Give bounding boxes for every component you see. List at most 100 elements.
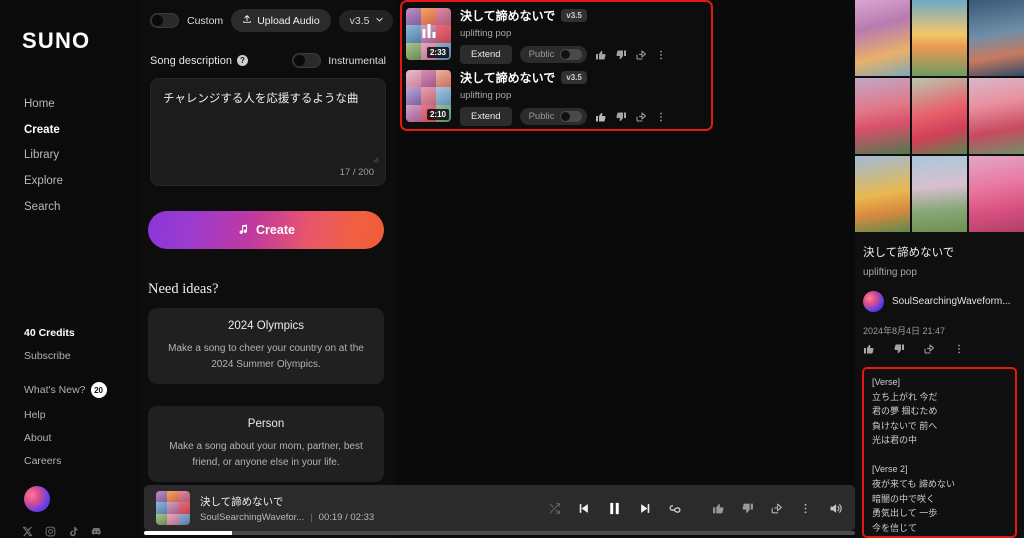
player-progress-bar[interactable] (144, 531, 855, 535)
share-icon[interactable] (770, 502, 783, 515)
song-style: uplifting pop (460, 28, 512, 39)
instrumental-toggle[interactable] (292, 53, 322, 68)
author-avatar (863, 291, 884, 312)
song-version-badge: v3.5 (561, 71, 587, 84)
thumbs-up-icon[interactable] (863, 343, 875, 355)
thumbs-down-icon[interactable] (893, 343, 905, 355)
secondary-nav: 40 Credits Subscribe What's New? 20 Help … (24, 322, 139, 473)
thumbs-up-icon[interactable] (595, 49, 607, 61)
song-thumbnail[interactable]: 2:10 (406, 70, 451, 122)
public-toggle[interactable]: Public (519, 108, 588, 125)
idea-card-person[interactable]: Person Make a song about your mom, partn… (148, 406, 384, 482)
detail-song-style: uplifting pop (863, 267, 917, 278)
thumbs-up-icon[interactable] (595, 111, 607, 123)
more-options-icon[interactable] (655, 111, 667, 123)
instrumental-toggle-knob (294, 55, 306, 66)
public-toggle-switch (560, 49, 583, 60)
shuffle-icon[interactable] (548, 502, 561, 515)
share-icon[interactable] (635, 111, 647, 123)
instrumental-group: Instrumental (292, 53, 386, 68)
song-title-row: 決して諦めないで v3.5 (460, 7, 708, 24)
song-description-input[interactable]: チャレンジする人を応援するような曲 17 / 200 (150, 78, 386, 186)
idea-card-title: Person (247, 418, 285, 430)
sidebar-item-library[interactable]: Library (24, 143, 134, 169)
more-options-icon[interactable] (799, 502, 812, 515)
idea-card-olympics[interactable]: 2024 Olympics Make a song to cheer your … (148, 308, 384, 384)
player-track-sub: SoulSearchingWavefor... | 00:19 / 02:33 (200, 512, 374, 523)
social-links (22, 524, 102, 538)
sidebar-item-search[interactable]: Search (24, 195, 134, 221)
author-username: SoulSearchingWaveform... (892, 296, 1011, 307)
song-artwork-grid[interactable] (855, 0, 1024, 232)
song-description-header: Song description ? Instrumental (150, 53, 386, 68)
public-label: Public (528, 49, 555, 60)
instagram-icon[interactable] (45, 524, 56, 538)
music-note-icon (237, 223, 249, 238)
whats-new-label: What's New? (24, 383, 86, 396)
song-style: uplifting pop (460, 90, 512, 101)
player-progress-fill (144, 531, 233, 535)
extend-button[interactable]: Extend (460, 45, 512, 64)
about-link[interactable]: About (24, 427, 139, 450)
custom-toggle[interactable] (150, 13, 179, 28)
lyrics-highlight-box[interactable]: [Verse] 立ち上がれ 今だ 君の夢 掴むため 負けないで 前へ 光は君の中… (862, 367, 1017, 538)
thumbs-down-icon[interactable] (741, 502, 754, 515)
discord-icon[interactable] (91, 524, 102, 538)
user-avatar[interactable] (24, 486, 50, 512)
subscribe-link[interactable]: Subscribe (24, 345, 139, 368)
help-link[interactable]: Help (24, 404, 139, 427)
player-track-info: 決して諦めないで SoulSearchingWavefor... | 00:19… (200, 494, 374, 523)
tiktok-icon[interactable] (68, 524, 79, 538)
more-options-icon[interactable] (655, 49, 667, 61)
sidebar-item-explore[interactable]: Explore (24, 169, 134, 195)
detail-author[interactable]: SoulSearchingWaveform... (863, 291, 1011, 312)
player-thumbnail[interactable] (156, 491, 190, 525)
idea-card-desc: Make a song about your mom, partner, bes… (169, 441, 363, 468)
suno-app: SUNO Home Create Library Explore Search … (0, 0, 1024, 538)
player-right-actions (712, 501, 843, 516)
player-separator: | (310, 511, 313, 523)
sidebar-item-home[interactable]: Home (24, 92, 134, 118)
careers-link[interactable]: Careers (24, 450, 139, 473)
model-version-select[interactable]: v3.5 (338, 9, 393, 32)
help-icon[interactable]: ? (236, 55, 248, 66)
song-title[interactable]: 決して諦めないで (460, 7, 555, 24)
song-actions: Extend Public (460, 107, 708, 126)
workspace: 2:33 決して諦めないで v3.5 uplifting pop Extend … (396, 0, 855, 538)
resize-handle-icon[interactable] (371, 150, 379, 163)
player-track-title: 決して諦めないで (200, 495, 284, 508)
suno-logo[interactable]: SUNO (22, 28, 90, 54)
volume-icon[interactable] (828, 501, 843, 516)
song-title[interactable]: 決して諦めないで (460, 69, 555, 86)
create-toolbar: Custom Upload Audio v3.5 (150, 9, 393, 32)
public-label: Public (528, 111, 555, 122)
song-row[interactable]: 2:33 決して諦めないで v3.5 uplifting pop Extend … (406, 6, 708, 64)
create-button[interactable]: Create (148, 211, 384, 249)
public-toggle[interactable]: Public (519, 46, 588, 63)
more-options-icon[interactable] (953, 343, 965, 355)
instrumental-label: Instrumental (328, 54, 386, 67)
whats-new-badge: 20 (90, 382, 107, 398)
song-version-badge: v3.5 (561, 9, 587, 22)
song-thumbnail[interactable]: 2:33 (406, 8, 451, 60)
previous-track-icon[interactable] (576, 501, 591, 516)
thumbs-down-icon[interactable] (615, 49, 627, 61)
char-counter: 17 / 200 (339, 167, 374, 178)
custom-toggle-knob (152, 15, 163, 26)
song-row[interactable]: 2:10 決して諦めないで v3.5 uplifting pop Extend … (406, 68, 708, 126)
thumbs-down-icon[interactable] (615, 111, 627, 123)
model-version-value: v3.5 (349, 14, 370, 27)
pause-icon[interactable] (606, 500, 623, 517)
share-icon[interactable] (635, 49, 647, 61)
lyrics-text: [Verse] 立ち上がれ 今だ 君の夢 掴むため 負けないで 前へ 光は君の中… (872, 377, 956, 533)
loop-infinite-icon[interactable] (668, 500, 684, 516)
whats-new-link[interactable]: What's New? 20 (24, 377, 139, 404)
upload-audio-button[interactable]: Upload Audio (231, 9, 331, 32)
player-time: 00:19 / 02:33 (318, 511, 375, 523)
share-icon[interactable] (923, 343, 935, 355)
next-track-icon[interactable] (638, 501, 653, 516)
extend-button[interactable]: Extend (460, 107, 512, 126)
thumbs-up-icon[interactable] (712, 502, 725, 515)
x-icon[interactable] (22, 524, 33, 538)
sidebar-item-create[interactable]: Create (24, 118, 134, 144)
